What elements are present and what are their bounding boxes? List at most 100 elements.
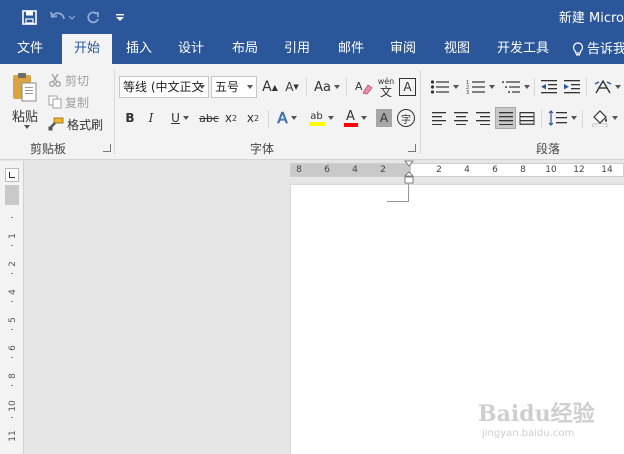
align-center-button[interactable] <box>452 108 470 128</box>
group-separator <box>114 70 115 154</box>
lightbulb-icon <box>572 41 584 55</box>
cut-button[interactable]: 剪切 <box>48 70 89 90</box>
italic-button[interactable]: I <box>144 108 158 128</box>
ruler-number: 2 <box>8 261 18 267</box>
ruler-number: 5 <box>8 317 18 323</box>
font-color-button[interactable]: A <box>340 106 370 130</box>
copy-icon <box>48 95 62 109</box>
watermark-logo: Baidu经验 <box>478 401 595 427</box>
tab-stop-selector[interactable] <box>5 168 19 182</box>
tab-developer[interactable]: 开发工具 <box>490 34 556 64</box>
shading-button[interactable] <box>588 107 620 129</box>
shrink-font-button[interactable]: A ▼ <box>284 76 300 98</box>
horizontal-ruler[interactable]: 8 6 4 2 2 4 6 8 10 12 14 <box>290 163 624 177</box>
customize-qat-icon[interactable] <box>114 6 126 28</box>
chinese-layout-button[interactable] <box>592 76 622 98</box>
enclose-characters-button[interactable]: 字 <box>397 109 415 127</box>
underline-button[interactable]: U <box>166 108 194 128</box>
paste-button[interactable] <box>8 70 42 104</box>
chevron-down-icon <box>327 116 334 120</box>
separator <box>586 78 587 96</box>
decrease-indent-icon <box>541 80 557 94</box>
cut-label: 剪切 <box>65 73 90 88</box>
format-painter-label: 格式刷 <box>67 117 104 132</box>
ruler-tick <box>11 417 13 418</box>
chevron-down-icon <box>523 85 530 89</box>
tell-me-label: 告诉我 <box>587 41 624 57</box>
character-border-button[interactable]: A <box>399 78 416 96</box>
clipboard-launcher-icon[interactable] <box>103 144 111 152</box>
font-size-value: 五号 <box>215 80 240 94</box>
ruler-number: 10 <box>8 400 18 412</box>
up-arrow-icon: ▲ <box>271 82 278 92</box>
bullets-button[interactable] <box>428 76 460 98</box>
align-center-icon <box>454 112 468 125</box>
separator <box>306 78 307 96</box>
redo-icon[interactable] <box>84 6 102 28</box>
ruler-tick <box>11 273 13 274</box>
phonetic-guide-button[interactable]: wén 文 <box>376 74 396 100</box>
align-right-button[interactable] <box>474 108 492 128</box>
chevron-down-icon <box>570 116 577 120</box>
decrease-indent-button[interactable] <box>539 76 559 98</box>
line-spacing-button[interactable] <box>546 108 578 128</box>
copy-button[interactable]: 复制 <box>48 92 89 112</box>
font-group-label: 字体 <box>250 142 275 156</box>
separator <box>346 78 347 96</box>
chevron-down-icon <box>611 116 618 120</box>
increase-indent-button[interactable] <box>562 76 582 98</box>
window-title: 新建 Micro <box>558 11 624 26</box>
tab-design[interactable]: 设计 <box>170 34 212 64</box>
tab-file[interactable]: 文件 <box>10 34 50 64</box>
subscript-label: x <box>224 111 232 125</box>
enclose-characters-label: 字 <box>401 114 411 126</box>
grow-font-button[interactable]: A ▲ <box>262 76 278 98</box>
highlight-button[interactable]: ab <box>304 106 338 130</box>
superscript-button[interactable]: x2 <box>245 108 261 128</box>
clear-formatting-button[interactable]: A <box>354 76 374 98</box>
down-arrow-icon: ▼ <box>293 83 299 91</box>
margin-corner-mark <box>408 184 409 202</box>
tab-home[interactable]: 开始 <box>62 34 112 64</box>
align-left-button[interactable] <box>430 108 448 128</box>
font-color-label: A <box>346 108 355 124</box>
chevron-down-icon <box>247 85 253 89</box>
tab-view[interactable]: 视图 <box>436 34 478 64</box>
font-color-bar <box>343 122 358 127</box>
undo-icon[interactable] <box>48 6 76 28</box>
paste-dropdown[interactable] <box>18 122 32 132</box>
change-case-button[interactable]: Aa <box>312 76 342 98</box>
tab-mailings[interactable]: 邮件 <box>330 34 372 64</box>
paintbrush-icon <box>48 117 64 131</box>
ruler-number: 6 <box>492 165 498 175</box>
font-size-combo[interactable]: 五号 <box>211 76 257 98</box>
format-painter-button[interactable]: 格式刷 <box>48 114 103 134</box>
ribbon-tabs: 文件 开始 插入 设计 布局 引用 邮件 审阅 视图 开发工具 告诉我 <box>0 34 624 64</box>
tell-me-box[interactable]: 告诉我 <box>572 34 624 64</box>
font-name-combo[interactable]: 等线 (中文正文 <box>119 76 209 98</box>
ruler-number: 2 <box>380 165 386 175</box>
font-launcher-icon[interactable] <box>408 144 416 152</box>
eraser-icon: A <box>355 80 373 95</box>
subscript-button[interactable]: x2 <box>223 108 239 128</box>
chevron-down-icon <box>360 116 367 120</box>
tab-references[interactable]: 引用 <box>276 34 318 64</box>
tab-insert[interactable]: 插入 <box>118 34 160 64</box>
character-shading-button[interactable]: A <box>376 109 392 127</box>
vertical-ruler[interactable]: 1 2 4 5 6 8 10 11 <box>0 161 24 454</box>
svg-text:3: 3 <box>466 90 469 95</box>
chevron-down-icon <box>614 85 621 89</box>
save-icon[interactable] <box>18 6 40 28</box>
justify-button[interactable] <box>495 107 516 129</box>
text-effects-button[interactable]: A <box>274 108 300 128</box>
strikethrough-button[interactable]: abc <box>199 108 219 128</box>
multilevel-list-button[interactable] <box>500 76 530 98</box>
indent-marker-icon[interactable] <box>404 160 414 186</box>
bold-button[interactable]: B <box>123 108 137 128</box>
distributed-button[interactable] <box>518 108 536 128</box>
tab-layout[interactable]: 布局 <box>224 34 266 64</box>
numbering-button[interactable]: 123 <box>464 76 496 98</box>
ruler-number: 10 <box>545 165 557 175</box>
clipboard-group-label: 剪贴板 <box>30 142 67 156</box>
tab-review[interactable]: 审阅 <box>382 34 424 64</box>
